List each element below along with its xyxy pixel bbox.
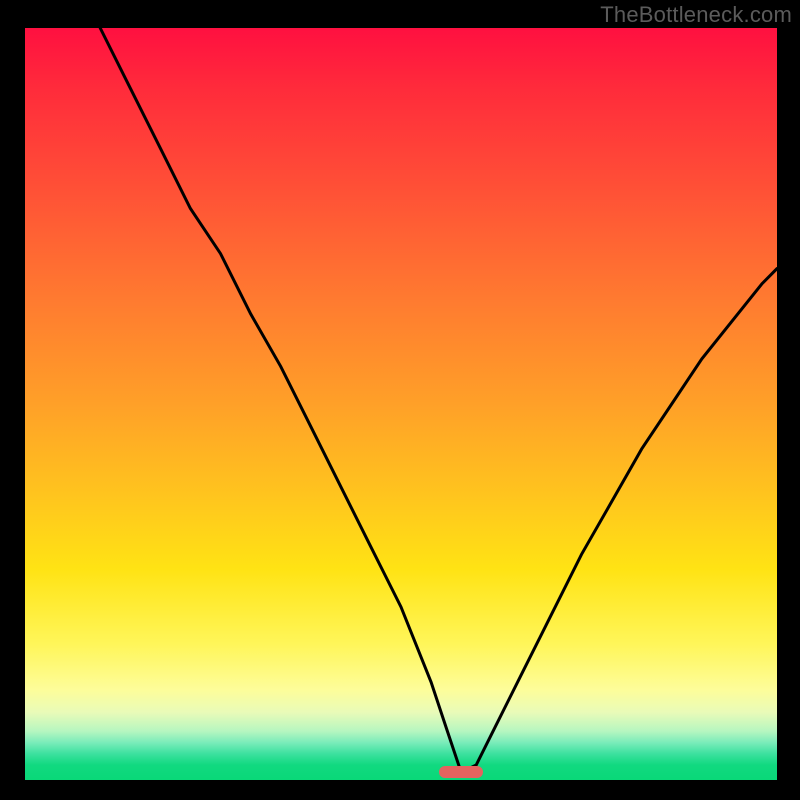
- plot-area: [25, 28, 777, 780]
- min-indicator-pill: [439, 766, 483, 778]
- chart-frame: TheBottleneck.com: [0, 0, 800, 800]
- curve-path: [100, 28, 777, 773]
- bottleneck-curve: [25, 28, 777, 780]
- watermark-label: TheBottleneck.com: [600, 2, 792, 28]
